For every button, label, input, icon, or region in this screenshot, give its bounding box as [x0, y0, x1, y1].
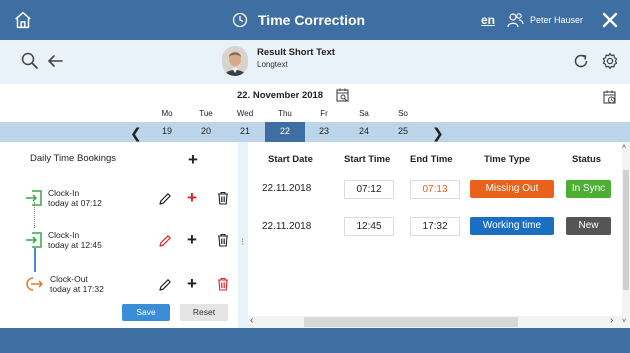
- booking-item[interactable]: Clock-In today at 07:12 +: [10, 186, 238, 214]
- scroll-left-icon[interactable]: ‹: [250, 315, 253, 326]
- add-booking-button[interactable]: +: [188, 150, 198, 170]
- clock-out-icon: [26, 277, 43, 291]
- start-time-input[interactable]: 07:12: [344, 180, 394, 199]
- splitter-grip-icon[interactable]: ⁝: [241, 237, 244, 248]
- horizontal-scrollbar[interactable]: ‹ ›: [248, 315, 622, 328]
- scroll-down-icon[interactable]: ˅: [622, 318, 626, 325]
- save-button[interactable]: Save: [122, 304, 170, 321]
- horizontal-scroll-thumb[interactable]: [304, 317, 518, 327]
- previous-week-button[interactable]: ❮: [130, 125, 142, 142]
- column-header-status[interactable]: Status: [572, 154, 601, 165]
- refresh-icon[interactable]: [572, 52, 590, 70]
- status-badge: In Sync: [566, 180, 611, 198]
- day-20[interactable]: 20: [186, 126, 226, 136]
- scroll-right-icon[interactable]: ›: [610, 315, 613, 326]
- delete-icon[interactable]: [217, 277, 229, 291]
- column-header-start-date[interactable]: Start Date: [268, 154, 313, 165]
- pane-splitter[interactable]: ⁝: [238, 142, 248, 328]
- table-cell-start-date: 22.11.2018: [262, 183, 312, 194]
- edit-icon[interactable]: [158, 278, 172, 292]
- day-21[interactable]: 21: [225, 126, 265, 136]
- record-header: Result Short Text Longtext: [0, 40, 630, 84]
- column-header-start-time[interactable]: Start Time: [344, 154, 390, 165]
- end-time-input[interactable]: 07:13: [410, 180, 460, 199]
- search-icon[interactable]: [20, 51, 40, 71]
- calendar-clock-icon[interactable]: [603, 90, 617, 105]
- delete-icon[interactable]: [217, 233, 229, 247]
- delete-icon[interactable]: [217, 191, 229, 205]
- start-time-input[interactable]: 12:45: [344, 217, 394, 236]
- user-name[interactable]: Peter Hauser: [530, 15, 583, 25]
- clock-in-icon: [26, 190, 42, 206]
- day-23[interactable]: 23: [304, 126, 344, 136]
- booking-item[interactable]: Clock-Out today at 17:32 +: [10, 272, 238, 300]
- home-icon[interactable]: [12, 9, 34, 31]
- add-correction-button[interactable]: +: [187, 188, 197, 208]
- day-name-mo: Mo: [161, 109, 173, 118]
- next-week-button[interactable]: ❯: [432, 125, 444, 142]
- edit-icon[interactable]: [158, 192, 172, 206]
- end-time-input[interactable]: 17:32: [410, 217, 460, 236]
- booking-time: today at 07:12: [48, 198, 102, 208]
- bottom-bar: [0, 328, 630, 353]
- column-header-end-time[interactable]: End Time: [410, 154, 453, 165]
- clock-in-icon: [26, 232, 42, 248]
- time-entries-table: Start Date Start Time End Time Time Type…: [248, 142, 622, 328]
- time-type-badge[interactable]: Missing Out: [470, 180, 554, 198]
- calendar-search-icon[interactable]: [336, 88, 350, 103]
- gear-icon[interactable]: [600, 51, 620, 71]
- user-group-icon[interactable]: [506, 11, 524, 29]
- add-correction-button[interactable]: +: [187, 230, 197, 250]
- day-strip: ❮ 19 20 21 22 23 24 25 ❯: [0, 122, 630, 142]
- app-title: Time Correction: [258, 12, 366, 28]
- column-header-time-type[interactable]: Time Type: [484, 154, 530, 165]
- scroll-up-icon[interactable]: ˄: [622, 144, 626, 151]
- day-25[interactable]: 25: [383, 126, 423, 136]
- record-title: Result Short Text: [257, 47, 335, 58]
- day-19[interactable]: 19: [147, 126, 187, 136]
- back-arrow-icon[interactable]: [45, 51, 65, 71]
- day-name-so: So: [398, 109, 408, 118]
- day-name-thu: Thu: [278, 109, 292, 118]
- language-link[interactable]: en: [481, 13, 495, 27]
- day-24[interactable]: 24: [344, 126, 384, 136]
- bookings-title: Daily Time Bookings: [30, 153, 117, 164]
- day-22-selected[interactable]: 22: [265, 122, 305, 142]
- table-cell-start-date: 22.11.2018: [262, 221, 312, 232]
- booking-type: Clock-Out: [50, 274, 88, 284]
- vertical-scroll-thumb[interactable]: [623, 170, 629, 290]
- top-bar: Time Correction en Peter Hauser: [0, 0, 630, 40]
- close-icon[interactable]: [600, 10, 620, 30]
- edit-icon[interactable]: [158, 234, 172, 248]
- record-subtitle: Longtext: [257, 60, 288, 69]
- day-name-fr: Fr: [320, 109, 328, 118]
- day-name-wed: Wed: [236, 109, 254, 118]
- booking-time: today at 17:32: [50, 284, 104, 294]
- add-correction-button[interactable]: +: [187, 274, 197, 294]
- current-date: 22. November 2018: [237, 90, 324, 101]
- reset-button[interactable]: Reset: [180, 304, 228, 321]
- booking-type: Clock-In: [48, 188, 80, 198]
- status-badge: New: [566, 217, 611, 235]
- booking-type: Clock-In: [48, 230, 80, 240]
- clock-icon: [232, 12, 248, 28]
- day-name-sa: Sa: [359, 109, 369, 118]
- vertical-scrollbar[interactable]: ˄ ˅: [622, 142, 630, 328]
- booking-item[interactable]: Clock-In today at 12:45 +: [10, 228, 238, 256]
- day-name-tue: Tue: [199, 109, 213, 118]
- daily-bookings-panel: Daily Time Bookings + Clock-In today at …: [10, 142, 238, 328]
- avatar: [222, 46, 248, 76]
- time-type-badge[interactable]: Working time: [470, 217, 554, 235]
- booking-time: today at 12:45: [48, 240, 102, 250]
